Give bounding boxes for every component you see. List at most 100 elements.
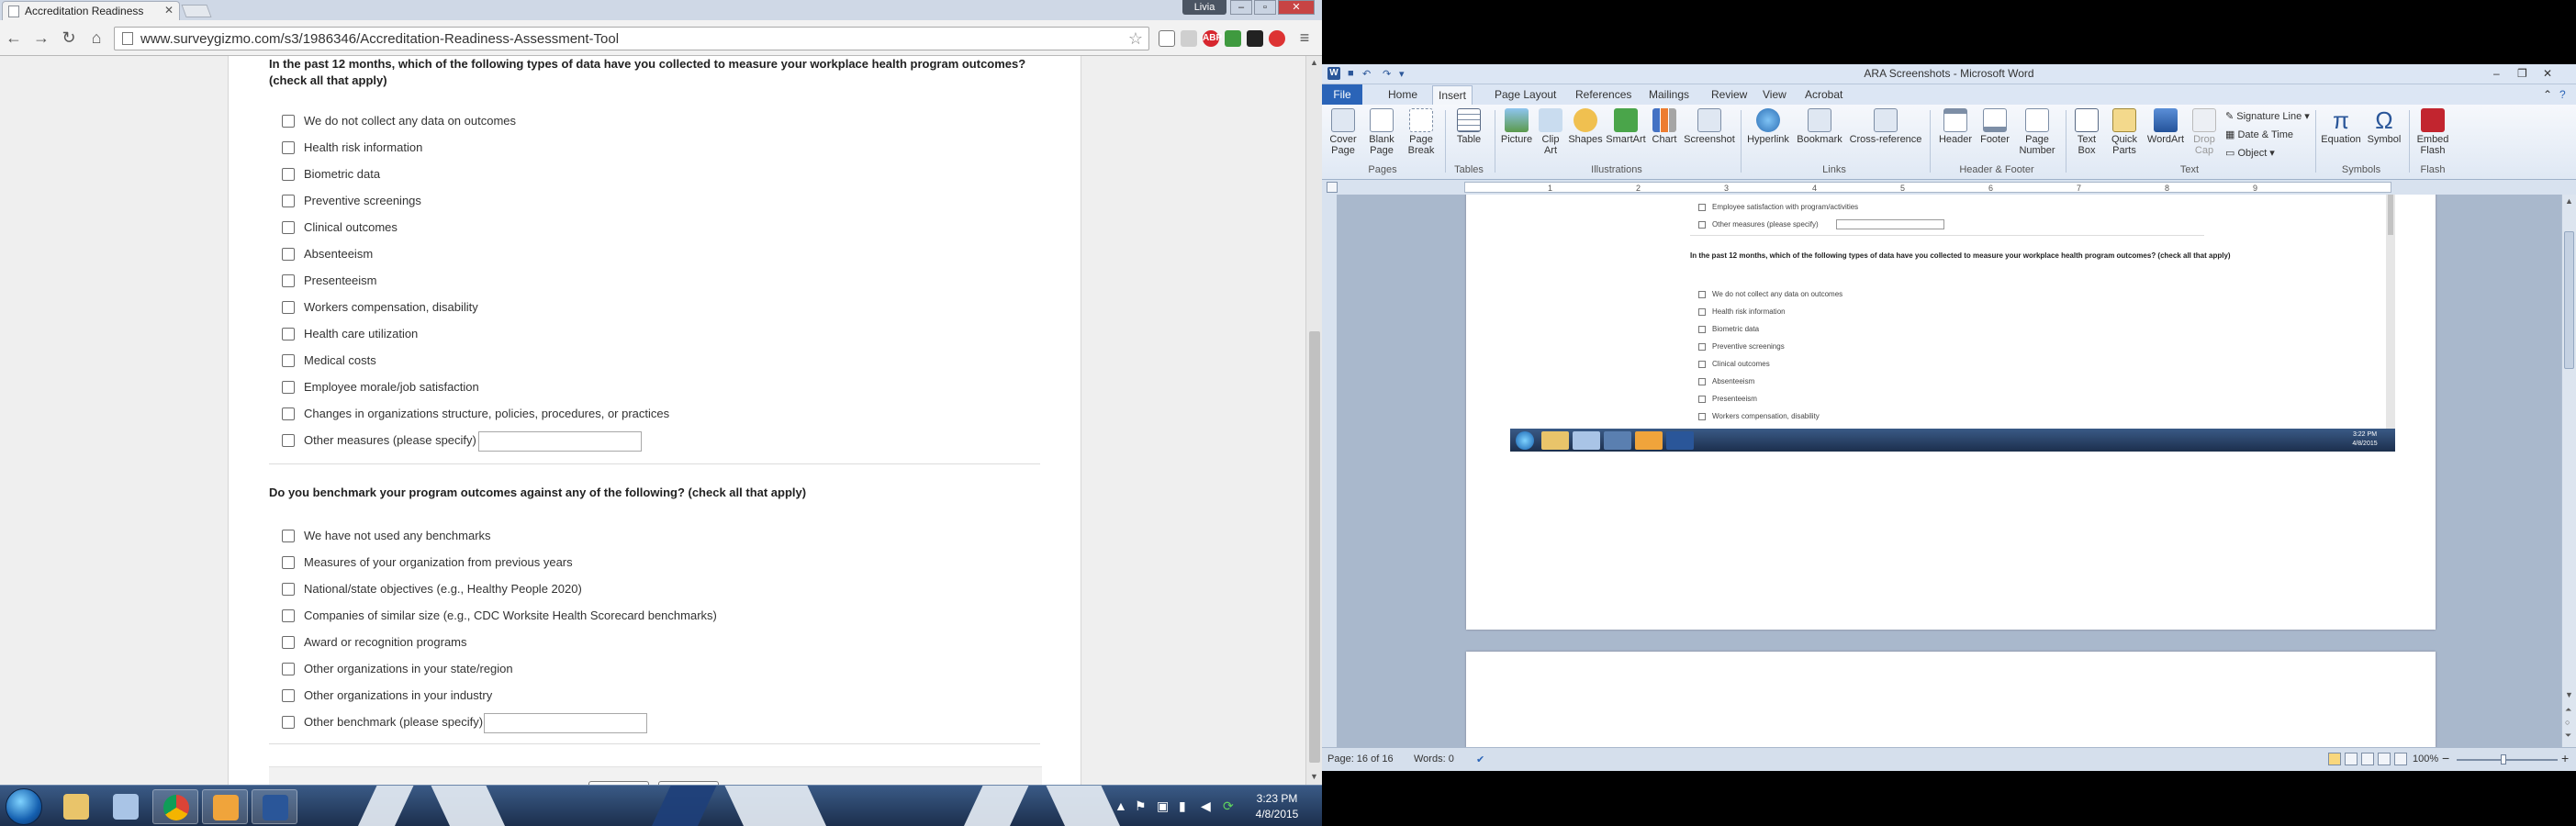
- bookmark-button[interactable]: Bookmark: [1794, 108, 1845, 145]
- taskbar-explorer[interactable]: [53, 789, 99, 824]
- word-count[interactable]: Words: 0: [1414, 753, 1454, 765]
- volume-icon[interactable]: ◀: [1201, 798, 1211, 814]
- scroll-up-icon[interactable]: ▲: [1310, 58, 1318, 67]
- close-icon[interactable]: ✕: [164, 4, 174, 17]
- print-layout-view-button[interactable]: [2328, 753, 2341, 765]
- checkbox[interactable]: [282, 556, 295, 569]
- drop-cap-button[interactable]: Drop Cap: [2189, 108, 2220, 156]
- symbol-button[interactable]: Ω Symbol: [2365, 108, 2403, 145]
- web-layout-view-button[interactable]: [2361, 753, 2374, 765]
- minimize-button[interactable]: –: [1230, 0, 1252, 15]
- reload-icon[interactable]: ↻: [59, 28, 79, 48]
- footer-button[interactable]: Footer: [1976, 108, 2014, 145]
- tab-references[interactable]: References: [1575, 88, 1631, 101]
- scrollbar-thumb[interactable]: [2564, 231, 2574, 369]
- full-screen-reading-view-button[interactable]: [2345, 753, 2358, 765]
- tab-file[interactable]: File: [1322, 84, 1362, 105]
- checkbox[interactable]: [282, 663, 295, 675]
- network-icon[interactable]: ▮: [1179, 798, 1186, 814]
- taskbar-word[interactable]: [252, 789, 297, 824]
- header-button[interactable]: Header: [1935, 108, 1976, 145]
- start-button[interactable]: [6, 788, 42, 825]
- previous-page-icon[interactable]: ⏶: [2565, 705, 2571, 715]
- vertical-ruler[interactable]: [1322, 195, 1337, 747]
- cast-icon[interactable]: [1159, 30, 1175, 47]
- checkbox[interactable]: [282, 636, 295, 649]
- tab-insert[interactable]: Insert: [1432, 85, 1473, 105]
- evernote-icon[interactable]: [1225, 30, 1241, 47]
- checkbox[interactable]: [282, 248, 295, 261]
- update-icon[interactable]: ⟳: [1223, 798, 1234, 814]
- checkbox[interactable]: [282, 115, 295, 128]
- clip-art-button[interactable]: Clip Art: [1537, 108, 1564, 156]
- specify-text-input[interactable]: [478, 431, 642, 452]
- checkbox[interactable]: [282, 407, 295, 420]
- tab-accreditation-readiness[interactable]: Accreditation Readiness ✕: [2, 1, 180, 20]
- checkbox[interactable]: [282, 168, 295, 181]
- equation-button[interactable]: π Equation: [2319, 108, 2363, 145]
- document-scrollbar[interactable]: ▲ ▼ ⏶ ○ ⏷: [2561, 195, 2576, 747]
- zoom-in-icon[interactable]: +: [2561, 751, 2569, 765]
- extension-dark-icon[interactable]: [1247, 30, 1263, 47]
- forward-icon[interactable]: →: [31, 28, 51, 48]
- tab-home[interactable]: Home: [1388, 88, 1417, 101]
- text-box-button[interactable]: Text Box: [2069, 108, 2104, 156]
- page-count[interactable]: Page: 16 of 16: [1327, 753, 1394, 765]
- table-button[interactable]: Table: [1450, 108, 1487, 145]
- maximize-button[interactable]: ▫: [1254, 0, 1276, 15]
- tab-view[interactable]: View: [1763, 88, 1786, 101]
- cover-page-button[interactable]: Cover Page: [1326, 108, 1361, 156]
- help-icon[interactable]: ?: [2559, 88, 2566, 101]
- tab-mailings[interactable]: Mailings: [1649, 88, 1689, 101]
- zoom-slider[interactable]: [2457, 754, 2558, 765]
- screenshot-button[interactable]: Screenshot: [1682, 108, 1737, 145]
- next-page-icon[interactable]: ⏷: [2565, 731, 2571, 741]
- checkbox[interactable]: [282, 328, 295, 340]
- checkbox[interactable]: [282, 583, 295, 596]
- device-icon[interactable]: ▣: [1157, 798, 1169, 814]
- zoom-level[interactable]: 100%: [2413, 753, 2438, 765]
- horizontal-ruler[interactable]: 1 2 3 4 5 6 7 8 9: [1464, 182, 2391, 193]
- profile-badge[interactable]: Livia: [1182, 0, 1226, 15]
- smartart-button[interactable]: SmartArt: [1605, 108, 1647, 145]
- close-window-button[interactable]: ✕: [1278, 0, 1315, 15]
- checkbox[interactable]: [282, 141, 295, 154]
- restore-button[interactable]: ❐: [2517, 67, 2527, 80]
- checkbox[interactable]: [282, 689, 295, 702]
- blank-page-button[interactable]: Blank Page: [1364, 108, 1399, 156]
- scroll-up-icon[interactable]: ▲: [2565, 196, 2573, 206]
- tab-selector-icon[interactable]: [1327, 182, 1338, 193]
- outline-view-button[interactable]: [2378, 753, 2391, 765]
- tab-page-layout[interactable]: Page Layout: [1495, 88, 1556, 101]
- address-bar[interactable]: www.surveygizmo.com/s3/1986346/Accredita…: [114, 27, 1149, 50]
- tab-acrobat[interactable]: Acrobat: [1805, 88, 1842, 101]
- checkbox[interactable]: [282, 301, 295, 314]
- draft-view-button[interactable]: [2394, 753, 2407, 765]
- proofing-icon[interactable]: ✔: [1476, 753, 1484, 765]
- hyperlink-button[interactable]: Hyperlink: [1744, 108, 1792, 145]
- wordart-button[interactable]: WordArt: [2145, 108, 2187, 145]
- taskbar-chrome[interactable]: [152, 789, 198, 824]
- checkbox[interactable]: [282, 354, 295, 367]
- document-page[interactable]: Participation rates for spouses and depe…: [1466, 195, 2436, 630]
- extension-red-icon[interactable]: [1269, 30, 1285, 47]
- shapes-button[interactable]: Shapes: [1568, 108, 1603, 145]
- back-icon[interactable]: ←: [4, 28, 24, 48]
- page-break-button[interactable]: Page Break: [1403, 108, 1439, 156]
- taskbar-calculator[interactable]: [103, 789, 149, 824]
- checkbox[interactable]: [282, 434, 295, 447]
- signature-line-button[interactable]: ✎ Signature Line ▾: [2225, 110, 2310, 122]
- checkbox[interactable]: [282, 530, 295, 542]
- checkbox[interactable]: [282, 221, 295, 234]
- select-browse-object-icon[interactable]: ○: [2565, 718, 2570, 727]
- document-page[interactable]: [1466, 652, 2436, 747]
- embed-flash-button[interactable]: Embed Flash: [2413, 108, 2453, 156]
- quick-parts-button[interactable]: Quick Parts: [2106, 108, 2143, 156]
- checkbox[interactable]: [282, 274, 295, 287]
- zoom-out-icon[interactable]: −: [2442, 751, 2449, 765]
- scrollbar-thumb[interactable]: [1309, 331, 1320, 763]
- bookmark-star-icon[interactable]: ☆: [1128, 29, 1143, 49]
- flag-icon[interactable]: ⚑: [1135, 798, 1147, 814]
- show-hidden-icons-icon[interactable]: ▲: [1114, 798, 1127, 813]
- extension-icon[interactable]: [1181, 30, 1197, 47]
